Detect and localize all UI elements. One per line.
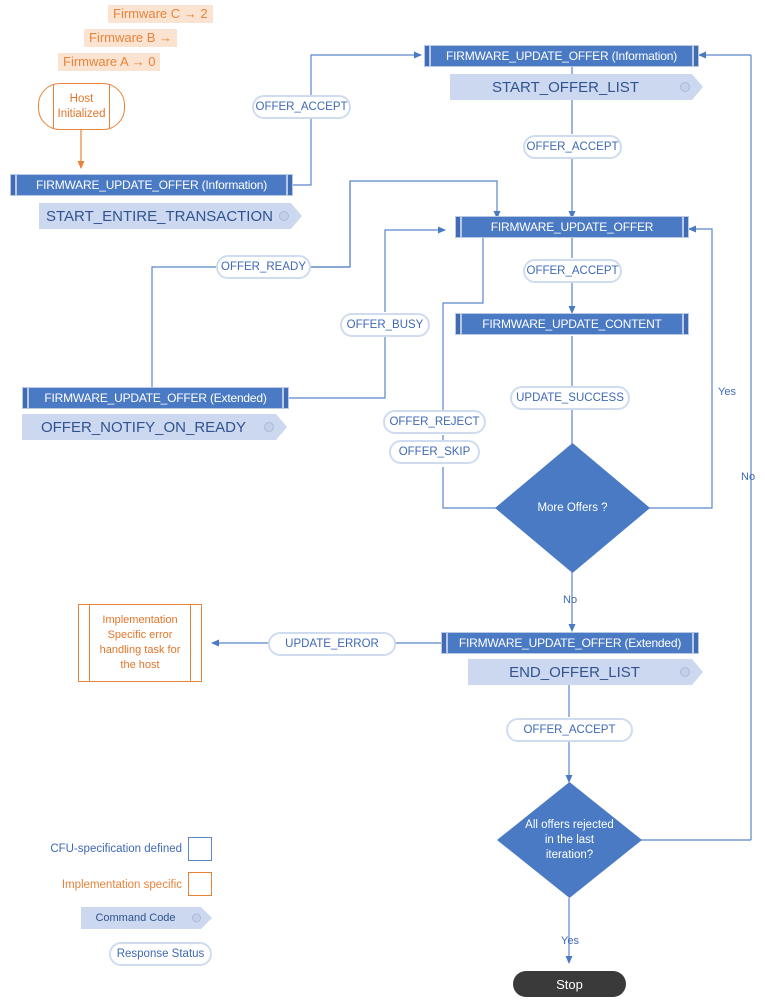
more-offers-label: More Offers ? — [537, 501, 608, 514]
impl-line4: the host — [120, 659, 160, 671]
response-label: OFFER_READY — [221, 261, 306, 273]
firmware-update-offer-label: FIRMWARE_UPDATE_OFFER — [490, 220, 654, 234]
edge-label-more-offers-yes: Yes — [718, 386, 736, 398]
proc-right-bar — [684, 217, 688, 237]
command-code-label: START_OFFER_LIST — [492, 78, 639, 96]
response-label: OFFER_REJECT — [389, 416, 480, 428]
terminator-right-divider — [109, 84, 110, 129]
response-offer-accept-content[interactable]: OFFER_ACCEPT — [523, 259, 622, 283]
rejected-line2: in the last — [544, 833, 595, 846]
offer-extended-ready-label: FIRMWARE_UPDATE_OFFER (Extended) — [44, 391, 267, 405]
offer-extended-end-label: FIRMWARE_UPDATE_OFFER (Extended) — [458, 636, 682, 650]
offer-information-list-label: FIRMWARE_UPDATE_OFFER (Information) — [445, 49, 678, 63]
firmware-note-c: Firmware C → 2 — [108, 5, 213, 23]
rejected-line3: iteration? — [545, 848, 594, 861]
proc-right-bar — [694, 46, 698, 66]
command-code-start-entire-transaction[interactable]: START_ENTIRE_TRANSACTION — [39, 203, 302, 229]
response-label: OFFER_ACCEPT — [526, 141, 619, 153]
firmware-update-content-box[interactable]: FIRMWARE_UPDATE_CONTENT — [455, 313, 689, 335]
command-code-dot-icon — [680, 82, 690, 92]
proc-right-bar — [694, 633, 698, 653]
host-initialized-terminator: Host Initialized — [38, 83, 125, 130]
firmware-update-content-label: FIRMWARE_UPDATE_CONTENT — [482, 317, 662, 331]
legend-command-code-sample: Command Code — [81, 907, 212, 929]
all-offers-rejected-label: All offers rejected in the last iteratio… — [525, 818, 614, 863]
response-update-error[interactable]: UPDATE_ERROR — [268, 632, 396, 656]
edge-label-more-offers-no-right: No — [741, 471, 756, 483]
offer-information-start-box[interactable]: FIRMWARE_UPDATE_OFFER (Information) — [10, 174, 293, 196]
response-update-success[interactable]: UPDATE_SUCCESS — [510, 386, 630, 410]
offer-extended-end-box[interactable]: FIRMWARE_UPDATE_OFFER (Extended) — [441, 632, 699, 654]
stop-terminator[interactable]: Stop — [513, 971, 626, 997]
legend-impl-specific-label: Implementation specific — [61, 879, 182, 891]
legend-cfu-spec-label: CFU-specification defined — [50, 843, 182, 855]
legend-response-status-text: Response Status — [116, 948, 205, 960]
host-initialized-line1: Host — [69, 92, 94, 105]
legend-response-status-sample: Response Status — [109, 942, 212, 966]
command-code-label: START_ENTIRE_TRANSACTION — [46, 207, 273, 225]
edge-label-rejected-yes: Yes — [561, 935, 579, 947]
response-label: OFFER_ACCEPT — [255, 101, 348, 113]
command-code-start-offer-list[interactable]: START_OFFER_LIST — [450, 74, 703, 100]
proc-right-bar — [288, 175, 292, 195]
legend-cfu-spec-swatch — [188, 837, 212, 861]
rejected-line1: All offers rejected — [525, 818, 614, 831]
impl-line1: Implementation — [102, 614, 178, 626]
command-code-label: OFFER_NOTIFY_ON_READY — [40, 418, 247, 436]
all-offers-rejected-decision[interactable]: All offers rejected in the last iteratio… — [497, 782, 642, 898]
response-label: OFFER_ACCEPT — [523, 724, 616, 736]
response-offer-busy[interactable]: OFFER_BUSY — [340, 313, 430, 337]
terminator-left-divider — [53, 84, 54, 129]
impl-line3: handling task for — [99, 644, 181, 656]
response-offer-accept-list[interactable]: OFFER_ACCEPT — [523, 135, 622, 159]
response-offer-ready[interactable]: OFFER_READY — [216, 255, 311, 279]
response-label: UPDATE_ERROR — [285, 638, 379, 650]
command-code-dot-icon — [680, 667, 690, 677]
offer-information-start-label: FIRMWARE_UPDATE_OFFER (Information) — [35, 178, 268, 192]
more-offers-decision[interactable]: More Offers ? — [495, 443, 650, 573]
edge-label-more-offers-no-down: No — [563, 594, 578, 606]
legend-impl-specific-swatch — [188, 872, 212, 896]
response-offer-accept-end[interactable]: OFFER_ACCEPT — [506, 718, 633, 742]
command-code-dot-icon — [279, 211, 289, 221]
response-offer-accept-top[interactable]: OFFER_ACCEPT — [252, 95, 351, 119]
offer-information-list-box[interactable]: FIRMWARE_UPDATE_OFFER (Information) — [424, 45, 699, 67]
response-offer-skip[interactable]: OFFER_SKIP — [389, 440, 480, 464]
stop-label: Stop — [556, 976, 583, 992]
firmware-note-a: Firmware A → 0 — [58, 53, 161, 71]
response-label: UPDATE_SUCCESS — [516, 392, 624, 404]
legend-command-code-text: Command Code — [95, 912, 176, 924]
offer-extended-ready-box[interactable]: FIRMWARE_UPDATE_OFFER (Extended) — [22, 387, 289, 409]
impl-right-divider — [190, 605, 191, 681]
response-label: OFFER_SKIP — [398, 446, 471, 458]
impl-line2: Specific error — [107, 629, 173, 641]
command-code-dot-icon — [264, 422, 274, 432]
proc-right-bar — [284, 388, 288, 408]
flowchart-canvas: Firmware C → 2 Firmware B → Firmware A →… — [0, 0, 765, 1001]
response-label: OFFER_ACCEPT — [526, 265, 619, 277]
command-code-dot-icon — [192, 914, 201, 923]
proc-right-bar — [684, 314, 688, 334]
response-offer-reject[interactable]: OFFER_REJECT — [383, 410, 486, 434]
firmware-note-b: Firmware B → — [84, 29, 178, 47]
impl-left-divider — [89, 605, 90, 681]
response-label: OFFER_BUSY — [346, 319, 424, 331]
implementation-specific-error-box: Implementation Specific error handling t… — [78, 604, 202, 682]
firmware-update-offer-box[interactable]: FIRMWARE_UPDATE_OFFER — [455, 216, 689, 238]
command-code-end-offer-list[interactable]: END_OFFER_LIST — [468, 659, 703, 685]
host-initialized-line2: Initialized — [57, 107, 106, 120]
command-code-label: END_OFFER_LIST — [509, 663, 640, 681]
command-code-offer-notify-on-ready[interactable]: OFFER_NOTIFY_ON_READY — [22, 414, 287, 440]
